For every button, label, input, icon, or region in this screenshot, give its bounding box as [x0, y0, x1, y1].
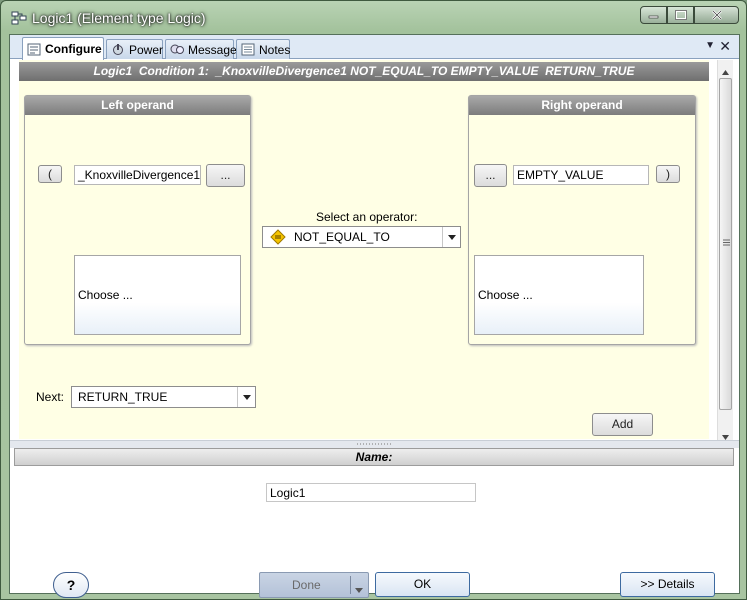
tab-message[interactable]: Message	[165, 39, 237, 59]
next-label: Next:	[36, 390, 65, 404]
message-icon	[170, 43, 184, 56]
done-label: Done	[292, 578, 321, 592]
tab-close-icon[interactable]: ✕	[719, 38, 731, 55]
ok-label: OK	[413, 577, 432, 591]
tab-list-dropdown-icon[interactable]: ▼	[705, 40, 715, 51]
next-value: RETURN_TRUE	[78, 390, 168, 404]
right-operand-choose-box[interactable]: Choose ...	[474, 255, 644, 335]
tab-configure[interactable]: Configure	[22, 37, 104, 60]
condition-header: Logic1 Condition 1: _KnoxvilleDivergence…	[19, 62, 709, 81]
operator-select[interactable]: NOT_EQUAL_TO	[262, 226, 461, 248]
minimize-icon	[648, 15, 659, 19]
dialog-window: Logic1 (Element type Logic) Configure Po…	[0, 0, 747, 600]
configure-icon	[27, 43, 41, 56]
right-operand-browse-button[interactable]: ...	[474, 164, 507, 187]
minimize-button[interactable]	[640, 6, 667, 24]
maximize-button[interactable]	[667, 6, 694, 24]
title-bar[interactable]: Logic1 (Element type Logic)	[1, 1, 746, 35]
details-button[interactable]: >> Details	[620, 572, 715, 597]
left-paren-button[interactable]: (	[38, 165, 62, 183]
close-icon	[711, 10, 722, 20]
next-dropdown-arrow-icon[interactable]	[237, 387, 255, 407]
power-icon	[111, 43, 125, 56]
operator-value: NOT_EQUAL_TO	[294, 230, 390, 244]
dialog-client-area: Configure Power Message Notes ▼ ✕ Logic1…	[9, 34, 740, 598]
splitter-grip-icon	[356, 443, 393, 445]
tab-strip: Configure Power Message Notes ▼ ✕	[10, 35, 739, 60]
tab-notes-label: Notes	[259, 42, 291, 57]
splitter-grip[interactable]	[10, 440, 739, 448]
right-paren-button[interactable]: )	[656, 165, 680, 183]
name-input[interactable]: Logic1	[266, 483, 476, 502]
right-operand-title: Right operand	[469, 96, 695, 115]
tab-configure-label: Configure	[45, 42, 102, 56]
name-section-header: Name:	[14, 448, 734, 466]
scroll-thumb[interactable]	[719, 78, 732, 410]
notes-icon	[241, 43, 255, 56]
operator-diamond-icon	[270, 229, 286, 245]
next-select[interactable]: RETURN_TRUE	[71, 386, 256, 408]
left-operand-title: Left operand	[25, 96, 250, 115]
tab-message-label: Message	[188, 42, 237, 57]
done-dropdown-arrow-icon[interactable]	[355, 582, 363, 596]
close-button[interactable]	[694, 6, 739, 24]
scroll-up-icon[interactable]	[722, 64, 729, 78]
config-vertical-scrollbar[interactable]	[717, 60, 733, 440]
left-operand-browse-button[interactable]: ...	[206, 164, 245, 187]
done-dropdown-divider	[350, 576, 351, 594]
right-operand-input[interactable]: EMPTY_VALUE	[513, 165, 649, 185]
left-operand-choose-box[interactable]: Choose ...	[74, 255, 241, 335]
operator-prompt: Select an operator:	[316, 210, 418, 224]
operator-dropdown-arrow-icon[interactable]	[442, 227, 460, 247]
ok-button[interactable]: OK	[375, 572, 470, 597]
left-operand-input[interactable]: _KnoxvilleDivergence1	[74, 165, 201, 185]
help-label: ?	[66, 577, 76, 593]
bottom-section: Logic1 ? Done OK >> Details	[10, 466, 739, 598]
maximize-icon	[674, 10, 687, 20]
tab-power[interactable]: Power	[106, 39, 163, 59]
scroll-grip-icon	[723, 239, 730, 246]
configure-panel: Logic1 Condition 1: _KnoxvilleDivergence…	[19, 60, 709, 439]
tab-notes[interactable]: Notes	[236, 39, 290, 59]
done-button[interactable]: Done	[259, 572, 369, 598]
tab-power-label: Power	[129, 42, 164, 57]
details-label: >> Details	[640, 577, 695, 591]
help-button[interactable]: ?	[53, 572, 89, 598]
app-icon	[11, 11, 27, 25]
window-title: Logic1 (Element type Logic)	[32, 10, 206, 26]
add-button[interactable]: Add	[592, 413, 653, 436]
